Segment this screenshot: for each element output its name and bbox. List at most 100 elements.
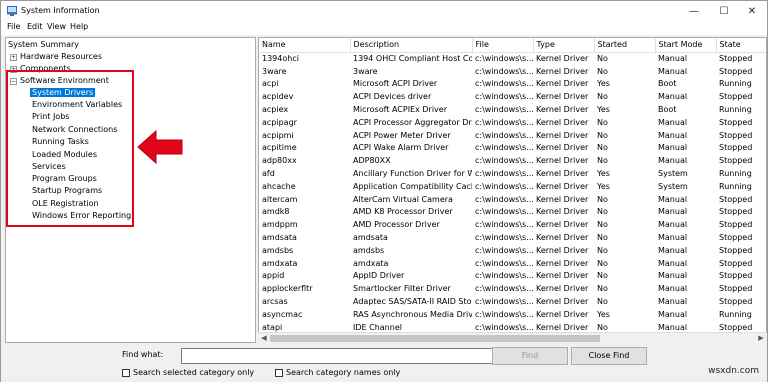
cell-started: Yes bbox=[597, 79, 610, 89]
cell-start-mode: Manual bbox=[658, 297, 688, 307]
cell-state: Stopped bbox=[719, 194, 753, 204]
table-row[interactable]: amdsbs amdsbs c:\windows\s... Kernel Driver… bbox=[259, 244, 766, 257]
scroll-left-icon[interactable]: ◀ bbox=[259, 334, 269, 343]
table-row[interactable]: amdppm AMD Processor Driver c:\windows\s..… bbox=[259, 218, 766, 231]
table-row[interactable]: amdk8 AMD K8 Processor Driver c:\windows\s… bbox=[259, 206, 766, 219]
cell-description: AppID Driver bbox=[353, 271, 405, 281]
cell-name: appid bbox=[262, 271, 285, 281]
cell-state: Stopped bbox=[719, 117, 753, 127]
table-row[interactable]: adp80xx ADP80XX c:\windows\s... Kernel Driv… bbox=[259, 154, 766, 167]
table-row[interactable]: applockerfltr Smartlocker Filter Driver c:… bbox=[259, 282, 766, 295]
cell-type: Kernel Driver bbox=[536, 297, 589, 307]
table-row[interactable]: asyncmac RAS Asynchronous Media Driver c:\… bbox=[259, 308, 766, 321]
tree-item-hardware-resources[interactable]: Hardware Resources bbox=[20, 52, 102, 61]
cell-type: Kernel Driver bbox=[536, 194, 589, 204]
cell-file: c:\windows\s... bbox=[475, 54, 533, 64]
expand-icon[interactable]: + bbox=[10, 54, 17, 61]
menu-file[interactable]: File bbox=[7, 22, 20, 31]
table-row[interactable]: afd Ancillary Function Driver for Wi... c:… bbox=[259, 167, 766, 180]
table-row[interactable]: amdxata amdxata c:\windows\s... Kernel Driv… bbox=[259, 257, 766, 270]
cell-description: AMD K8 Processor Driver bbox=[353, 207, 453, 217]
cell-name: acpitime bbox=[262, 143, 297, 153]
table-row[interactable]: acpidev ACPI Devices driver c:\windows\s..… bbox=[259, 90, 766, 103]
cell-type: Kernel Driver bbox=[536, 130, 589, 140]
search-selected-category-option[interactable]: Search selected category only bbox=[122, 368, 254, 377]
column-header-type[interactable]: Type bbox=[533, 38, 595, 53]
cell-state: Stopped bbox=[719, 297, 753, 307]
table-row[interactable]: arcsas Adaptec SAS/SATA-II RAID Stor... c:… bbox=[259, 295, 766, 308]
checkbox[interactable] bbox=[275, 368, 283, 377]
column-header-description[interactable]: Description bbox=[350, 38, 473, 53]
table-row[interactable]: acpi Microsoft ACPI Driver c:\windows\s...… bbox=[259, 78, 766, 91]
cell-type: Kernel Driver bbox=[536, 220, 589, 230]
table-row[interactable]: acpipagr ACPI Processor Aggregator Dr... c… bbox=[259, 116, 766, 129]
maximize-button[interactable]: ☐ bbox=[709, 1, 739, 21]
cell-state: Stopped bbox=[719, 284, 753, 294]
menu-help[interactable]: Help bbox=[70, 22, 88, 31]
column-header-started[interactable]: Started bbox=[594, 38, 656, 53]
cell-started: No bbox=[597, 130, 608, 140]
table-row[interactable]: 3ware 3ware c:\windows\s... Kernel Driver No… bbox=[259, 65, 766, 78]
cell-name: applockerfltr bbox=[262, 284, 313, 294]
title-bar[interactable]: System Information — ☐ ✕ bbox=[1, 1, 767, 21]
cell-started: Yes bbox=[597, 309, 610, 319]
watermark-text: wsxdn.com bbox=[708, 366, 759, 376]
details-table-pane: Name Description File Type Started Start… bbox=[258, 37, 767, 343]
cell-description: Microsoft ACPI Driver bbox=[353, 79, 438, 89]
cell-file: c:\windows\s... bbox=[475, 258, 533, 268]
cell-file: c:\windows\s... bbox=[475, 105, 533, 115]
cell-file: c:\windows\s... bbox=[475, 297, 533, 307]
table-row[interactable]: appid AppID Driver c:\windows\s... Kernel D… bbox=[259, 270, 766, 283]
table-row[interactable]: acpitime ACPI Wake Alarm Driver c:\windows… bbox=[259, 142, 766, 155]
search-category-names-option[interactable]: Search category names only bbox=[275, 368, 400, 377]
cell-start-mode: Boot bbox=[658, 79, 677, 89]
cell-file: c:\windows\s... bbox=[475, 130, 533, 140]
cell-state: Stopped bbox=[719, 130, 753, 140]
cell-file: c:\windows\s... bbox=[475, 284, 533, 294]
minimize-button[interactable]: — bbox=[679, 1, 709, 21]
scroll-right-icon[interactable]: ▶ bbox=[756, 334, 766, 343]
cell-description: RAS Asynchronous Media Driver bbox=[353, 309, 472, 319]
tree-item-system-summary[interactable]: System Summary bbox=[8, 40, 79, 49]
cell-file: c:\windows\s... bbox=[475, 220, 533, 230]
table-row[interactable]: amdsata amdsata c:\windows\s... Kernel Driv… bbox=[259, 231, 766, 244]
cell-name: 1394ohci bbox=[262, 54, 299, 64]
cell-name: 3ware bbox=[262, 66, 287, 76]
cell-description: Smartlocker Filter Driver bbox=[353, 284, 451, 294]
column-header-start-mode[interactable]: Start Mode bbox=[655, 38, 717, 53]
cell-file: c:\windows\s... bbox=[475, 66, 533, 76]
close-find-button[interactable]: Close Find bbox=[571, 347, 647, 365]
checkbox[interactable] bbox=[122, 368, 130, 377]
column-header-file[interactable]: File bbox=[472, 38, 534, 53]
cell-name: acpidev bbox=[262, 92, 294, 102]
cell-description: 3ware bbox=[353, 66, 378, 76]
cell-name: amdsbs bbox=[262, 245, 294, 255]
cell-name: acpipagr bbox=[262, 117, 297, 127]
cell-description: ADP80XX bbox=[353, 156, 391, 166]
find-bar: Find what: Find Close Find Search select… bbox=[1, 344, 767, 382]
cell-name: arcsas bbox=[262, 297, 288, 307]
cell-start-mode: Manual bbox=[658, 245, 688, 255]
cell-started: No bbox=[597, 117, 608, 127]
menu-edit[interactable]: Edit bbox=[27, 22, 43, 31]
column-header-name[interactable]: Name bbox=[259, 38, 351, 53]
table-row[interactable]: acpipmi ACPI Power Meter Driver c:\windows… bbox=[259, 129, 766, 142]
cell-name: altercam bbox=[262, 194, 298, 204]
table-row[interactable]: 1394ohci 1394 OHCI Compliant Host Co... c:… bbox=[259, 52, 766, 65]
table-row[interactable]: acpiex Microsoft ACPIEx Driver c:\windows\… bbox=[259, 103, 766, 116]
cell-file: c:\windows\s... bbox=[475, 92, 533, 102]
cell-started: Yes bbox=[597, 181, 610, 191]
close-button[interactable]: ✕ bbox=[737, 1, 767, 21]
cell-type: Kernel Driver bbox=[536, 92, 589, 102]
column-header-state[interactable]: State bbox=[716, 38, 766, 53]
horizontal-scrollbar[interactable]: ◀ ▶ bbox=[258, 332, 767, 343]
cell-start-mode: Manual bbox=[658, 207, 688, 217]
table-row[interactable]: ahcache Application Compatibility Cache c:… bbox=[259, 180, 766, 193]
cell-name: amdppm bbox=[262, 220, 298, 230]
table-row[interactable]: altercam AlterCam Virtual Camera c:\window… bbox=[259, 193, 766, 206]
cell-description: Ancillary Function Driver for Wi... bbox=[353, 169, 472, 179]
menu-view[interactable]: View bbox=[47, 22, 66, 31]
find-button[interactable]: Find bbox=[492, 347, 568, 365]
scrollbar-thumb[interactable] bbox=[270, 335, 600, 342]
cell-start-mode: Manual bbox=[658, 66, 688, 76]
